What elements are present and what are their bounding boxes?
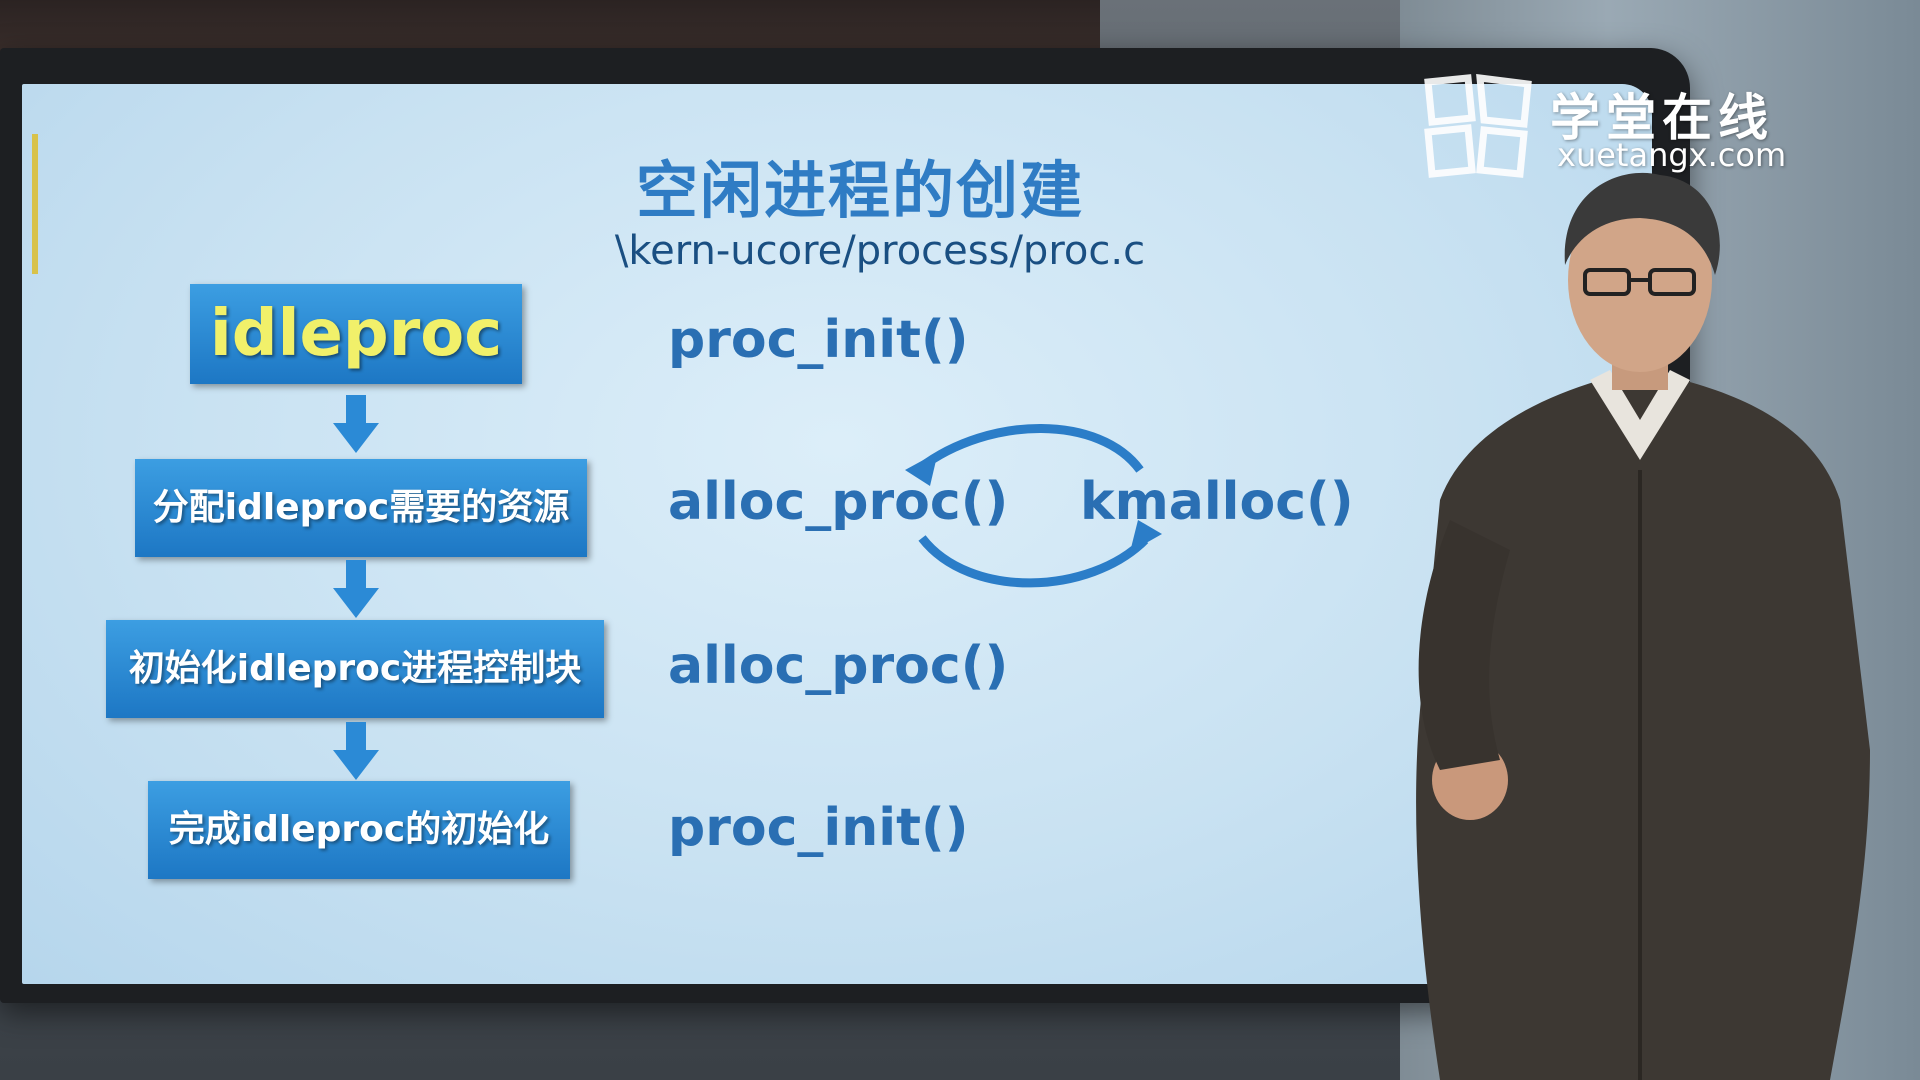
down-arrow-icon <box>333 722 379 780</box>
flow-step-init-pcb: 初始化idleproc进程控制块 <box>106 620 604 718</box>
flow-step-complete: 完成idleproc的初始化 <box>148 781 570 879</box>
cycle-arrows-icon <box>905 424 1162 588</box>
down-arrow-icon <box>333 560 379 618</box>
watermark-url: xuetangx.com <box>1557 136 1787 174</box>
slide-accent-bar <box>32 134 38 274</box>
function-alloc-proc-2: alloc_proc() <box>668 636 1009 696</box>
slide-title: 空闲进程的创建 <box>635 154 1084 227</box>
flow-step-allocate: 分配idleproc需要的资源 <box>135 459 587 557</box>
down-arrow-icon <box>333 395 379 453</box>
slide-subtitle-path: \kern-ucore/process/proc.c <box>614 228 1146 274</box>
flow-main-box: idleproc <box>190 284 522 384</box>
video-frame: 空闲进程的创建 \kern-ucore/process/proc.c idlep… <box>0 0 1920 1080</box>
function-proc-init-2: proc_init() <box>668 798 969 858</box>
presenter-figure <box>1416 172 1870 1080</box>
function-proc-init: proc_init() <box>668 310 969 370</box>
